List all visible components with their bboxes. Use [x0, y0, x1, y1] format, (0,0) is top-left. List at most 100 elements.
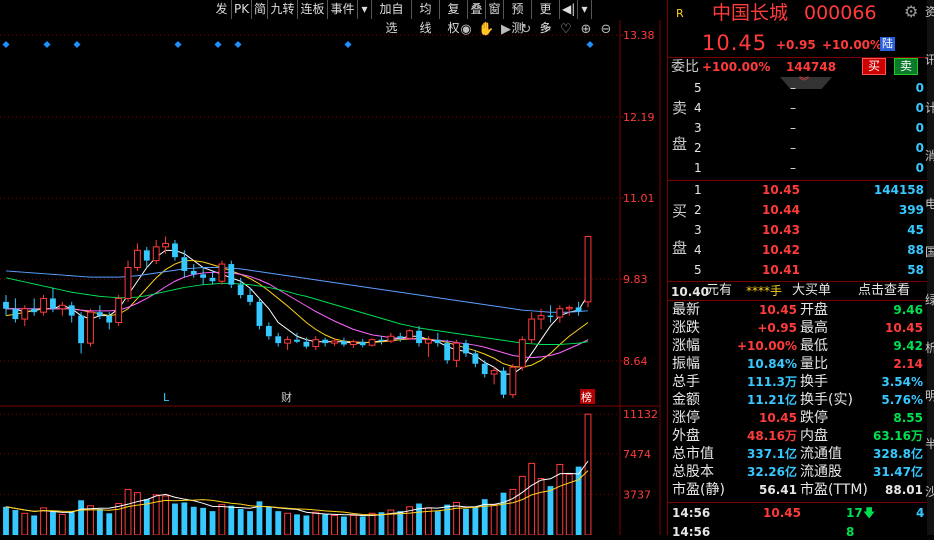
toolbar-item-10[interactable]: 叠 — [468, 0, 486, 19]
candle-body — [21, 308, 29, 320]
candle-body — [368, 339, 376, 346]
price-tick-label: 13.38 — [623, 29, 655, 42]
toolbar-item-15[interactable]: ▾ — [578, 0, 592, 19]
toolbar-item-6[interactable]: ▾ — [358, 0, 372, 19]
volume-bar — [434, 511, 441, 535]
side-tab[interactable]: 半 — [925, 436, 934, 452]
side-tab[interactable]: 绿 — [925, 292, 934, 308]
candle-body — [425, 339, 432, 344]
toolbar-item-9[interactable]: 复权 — [440, 0, 468, 35]
stat-label: 跌停 — [800, 410, 828, 426]
chevron-down-icon[interactable]: ︾ — [799, 75, 809, 91]
price-tick-label: 12.19 — [623, 111, 655, 124]
side-tab[interactable]: 讯 — [925, 52, 934, 68]
candle-body — [31, 308, 38, 313]
sell-button[interactable]: 卖 — [894, 58, 919, 75]
candle-body — [68, 305, 75, 316]
buy-button[interactable]: 买 — [862, 58, 887, 75]
candle-body — [162, 242, 169, 248]
candle-body — [256, 301, 263, 326]
gear-icon[interactable]: ⚙ — [904, 4, 918, 20]
buy-level: 5 — [694, 263, 702, 277]
last-price: 10.45 — [702, 31, 768, 55]
candle-body — [134, 249, 141, 268]
side-tab[interactable]: 明 — [925, 388, 934, 404]
stat-label: 流通股 — [800, 464, 842, 480]
toolbar-item-0[interactable]: 发 — [212, 0, 232, 19]
side-tab[interactable]: 计 — [925, 100, 934, 116]
sell-price: – — [790, 141, 796, 155]
volume-bar — [152, 494, 160, 535]
candle-body — [341, 341, 347, 345]
side-tab-strip[interactable]: 资讯计消电国绿析明半沙 — [925, 0, 934, 535]
toolbar-item-13[interactable]: 更多 — [532, 0, 560, 35]
event-diamond — [73, 41, 81, 48]
side-tab[interactable]: 沙 — [925, 484, 934, 500]
stat-label: 市盈(静) — [672, 482, 725, 498]
volume-bar — [190, 506, 197, 535]
side-tab[interactable]: 资 — [925, 4, 934, 20]
toolbar-item-7[interactable]: 加自选 — [372, 0, 412, 35]
stat-value: 10.84% — [747, 357, 797, 371]
volume-tick-label: 7474 — [623, 448, 651, 461]
toolbar-item-2[interactable]: 简 — [252, 0, 268, 19]
volume-bar — [265, 506, 272, 535]
toolbar-item-11[interactable]: 窗 — [486, 0, 504, 19]
toolbar-item-1[interactable]: PK — [232, 0, 252, 19]
sell-level: 3 — [694, 121, 702, 135]
toolbar-item-4[interactable]: 连板 — [298, 0, 328, 19]
side-tab[interactable]: 国 — [925, 244, 934, 260]
volume-bar — [368, 512, 376, 535]
sell-volume: 0 — [915, 81, 924, 95]
stat-label: 总市值 — [672, 446, 714, 462]
kline-chart[interactable]: 13.38 12.19 11.01 9.83 8.64 11132 7474 3737 L 财 榜 — [0, 20, 662, 535]
stat-label: 涨幅 — [672, 338, 700, 354]
volume-bar — [275, 511, 282, 535]
sell-side-label-a: 卖 — [672, 99, 688, 117]
stat-label: 涨跌 — [672, 320, 700, 336]
volume-bar — [12, 510, 19, 535]
event-diamond — [586, 41, 594, 48]
stat-value: 10.45 — [759, 303, 797, 317]
toolbar-item-8[interactable]: 均线 — [412, 0, 440, 35]
side-tab[interactable]: 电 — [925, 196, 934, 212]
stat-value: 10.45 — [885, 321, 923, 335]
stat-value: 111.3万 — [747, 375, 797, 389]
buy-side-label-b: 盘 — [672, 239, 688, 257]
trade-time: 14:56 — [672, 506, 711, 520]
stat-label: 涨停 — [672, 410, 700, 426]
candle-body — [518, 339, 526, 368]
candle-body — [143, 250, 150, 261]
volume-bar — [40, 507, 47, 535]
toolbar-item-5[interactable]: 事件 — [328, 0, 358, 19]
stat-label: 换手 — [800, 374, 828, 390]
volume-bar — [463, 508, 469, 535]
volume-bar — [294, 514, 300, 535]
trade-vol: 17 — [846, 506, 863, 520]
volume-bar — [322, 514, 329, 535]
candle-body — [397, 336, 404, 339]
big-order-unit: 元有 — [706, 283, 733, 298]
volume-bar — [378, 512, 385, 535]
trade2-time: 14:56 — [672, 525, 711, 539]
weibi-label: 委比 — [671, 59, 699, 75]
buy-level: 1 — [694, 183, 702, 197]
big-order-link[interactable]: 点击查看 — [858, 283, 910, 299]
candle-body — [331, 340, 338, 344]
buy-price: 10.41 — [762, 263, 800, 277]
toolbar-item-14[interactable]: ◀| — [560, 0, 578, 19]
stat-value: 5.76% — [881, 393, 923, 407]
ma-line — [5, 267, 589, 313]
stat-value: 337.1亿 — [747, 447, 797, 461]
stat-value: +10.00% — [736, 339, 797, 353]
stock-name: 中国长城 — [712, 2, 789, 24]
toolbar-item-12[interactable]: 预测 — [504, 0, 532, 35]
sell-volume: 0 — [915, 101, 924, 115]
stat-value: 2.14 — [893, 357, 923, 371]
toolbar-item-3[interactable]: 九转 — [268, 0, 298, 19]
side-tab[interactable]: 析 — [925, 340, 934, 356]
volume-bar — [3, 506, 9, 535]
candle-body — [547, 315, 554, 317]
side-tab[interactable]: 消 — [925, 148, 934, 164]
trade2-vol: 8 — [846, 525, 855, 539]
